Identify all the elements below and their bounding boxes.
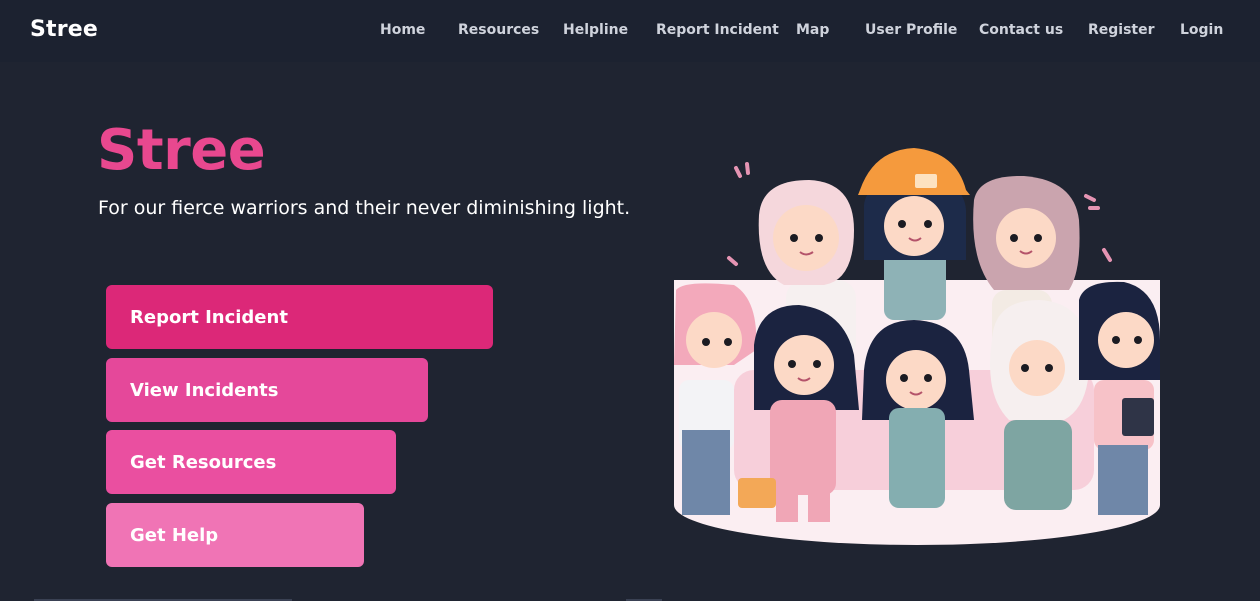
nav-helpline[interactable]: Helpline — [563, 22, 628, 38]
nav-contact-us[interactable]: Contact us — [979, 22, 1063, 38]
hero-illustration — [674, 148, 1160, 545]
get-help-button[interactable]: Get Help — [106, 503, 364, 567]
report-incident-button[interactable]: Report Incident — [106, 285, 493, 349]
brand-logo[interactable]: Stree — [30, 17, 98, 42]
get-resources-button[interactable]: Get Resources — [106, 430, 396, 494]
nav-user-profile[interactable]: User Profile — [865, 22, 957, 38]
nav-login[interactable]: Login — [1180, 22, 1223, 38]
hero-title: Stree — [97, 118, 266, 183]
nav-report-incident[interactable]: Report Incident — [656, 22, 779, 38]
view-incidents-button[interactable]: View Incidents — [106, 358, 428, 422]
hero-subtitle: For our fierce warriors and their never … — [98, 197, 631, 219]
nav-resources[interactable]: Resources — [458, 22, 539, 38]
nav-map[interactable]: Map — [796, 22, 829, 38]
nav-home[interactable]: Home — [380, 22, 425, 38]
navbar: Stree Home Resources Helpline Report Inc… — [0, 0, 1260, 62]
nav-register[interactable]: Register — [1088, 22, 1155, 38]
